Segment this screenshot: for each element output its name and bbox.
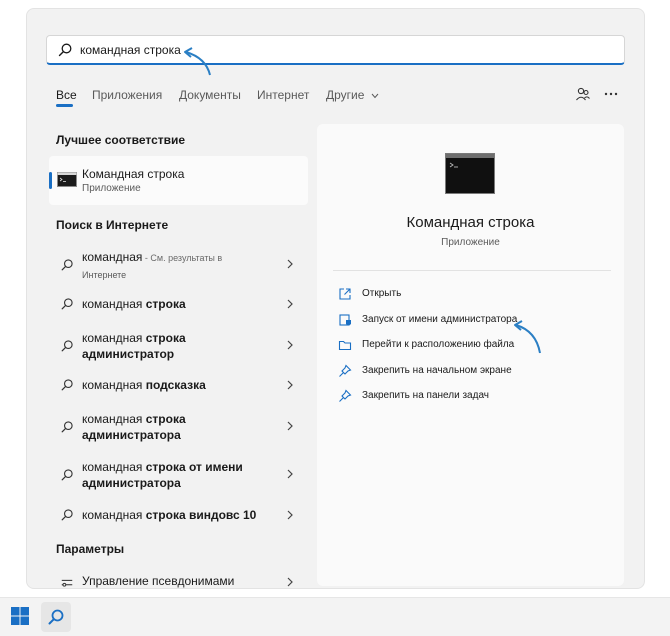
divider — [333, 270, 611, 271]
tab-other[interactable]: Другие — [326, 88, 379, 102]
search-input[interactable]: командная строка — [46, 35, 625, 65]
active-tab-indicator — [56, 104, 73, 107]
tab-apps[interactable]: Приложения — [92, 88, 162, 102]
annotation-arrow-icon — [514, 320, 541, 354]
chevron-right-icon — [287, 421, 293, 431]
search-icon — [61, 509, 73, 521]
taskbar-search-button[interactable] — [41, 602, 71, 632]
folder-icon — [338, 340, 352, 351]
app-type: Приложение — [441, 237, 500, 248]
command-prompt-icon — [445, 153, 495, 194]
taskbar — [0, 597, 670, 636]
web-search-item[interactable]: командная подсказка — [49, 377, 308, 395]
settings-heading: Параметры — [56, 542, 125, 556]
shield-icon — [339, 314, 351, 326]
command-prompt-icon — [57, 172, 77, 187]
search-icon — [61, 379, 73, 391]
web-search-heading: Поиск в Интернете — [56, 218, 169, 232]
web-search-item[interactable]: командная строка виндовс 10 — [49, 507, 308, 525]
chevron-down-icon — [371, 93, 379, 99]
web-search-item[interactable]: командная строка администратор — [49, 330, 308, 362]
search-icon — [61, 340, 73, 352]
web-search-item[interactable]: командная строка администратора — [49, 411, 308, 443]
web-search-item[interactable]: командная строка — [49, 296, 308, 314]
best-match-subtitle: Приложение — [82, 183, 141, 194]
search-icon — [48, 609, 64, 625]
chevron-right-icon — [287, 340, 293, 350]
tab-internet[interactable]: Интернет — [257, 88, 309, 102]
chevron-right-icon — [287, 299, 293, 309]
chevron-right-icon — [287, 510, 293, 520]
chevron-right-icon — [287, 469, 293, 479]
chevron-right-icon — [287, 259, 293, 269]
search-icon — [58, 43, 72, 57]
chevron-right-icon — [287, 577, 293, 587]
tab-documents[interactable]: Документы — [179, 88, 241, 102]
web-search-item[interactable]: командная строка от имени администратора — [49, 459, 308, 491]
more-icon[interactable] — [603, 86, 619, 102]
selection-indicator — [49, 172, 52, 189]
open-icon — [339, 288, 351, 300]
pin-icon — [339, 364, 352, 377]
best-match-title: Командная строка — [82, 167, 185, 181]
windows-start-icon[interactable] — [10, 606, 30, 626]
list-settings-icon — [61, 579, 73, 587]
search-icon — [61, 421, 73, 433]
pin-icon — [339, 389, 352, 402]
annotation-arrow-icon — [184, 47, 211, 76]
search-icon — [61, 469, 73, 481]
search-icon — [61, 298, 73, 310]
search-icon — [61, 259, 73, 271]
tab-all[interactable]: Все — [56, 88, 77, 102]
chevron-right-icon — [287, 380, 293, 390]
people-icon[interactable] — [575, 86, 591, 102]
best-match-heading: Лучшее соответствие — [56, 133, 186, 147]
settings-item[interactable]: Управление псевдонимами — [49, 573, 308, 588]
app-title: Командная строка — [406, 214, 535, 231]
best-match-result[interactable]: Командная строка Приложение — [49, 156, 308, 205]
search-query: командная строка — [80, 43, 181, 57]
web-search-item[interactable]: командная - См. результаты в Интернете — [49, 249, 308, 281]
